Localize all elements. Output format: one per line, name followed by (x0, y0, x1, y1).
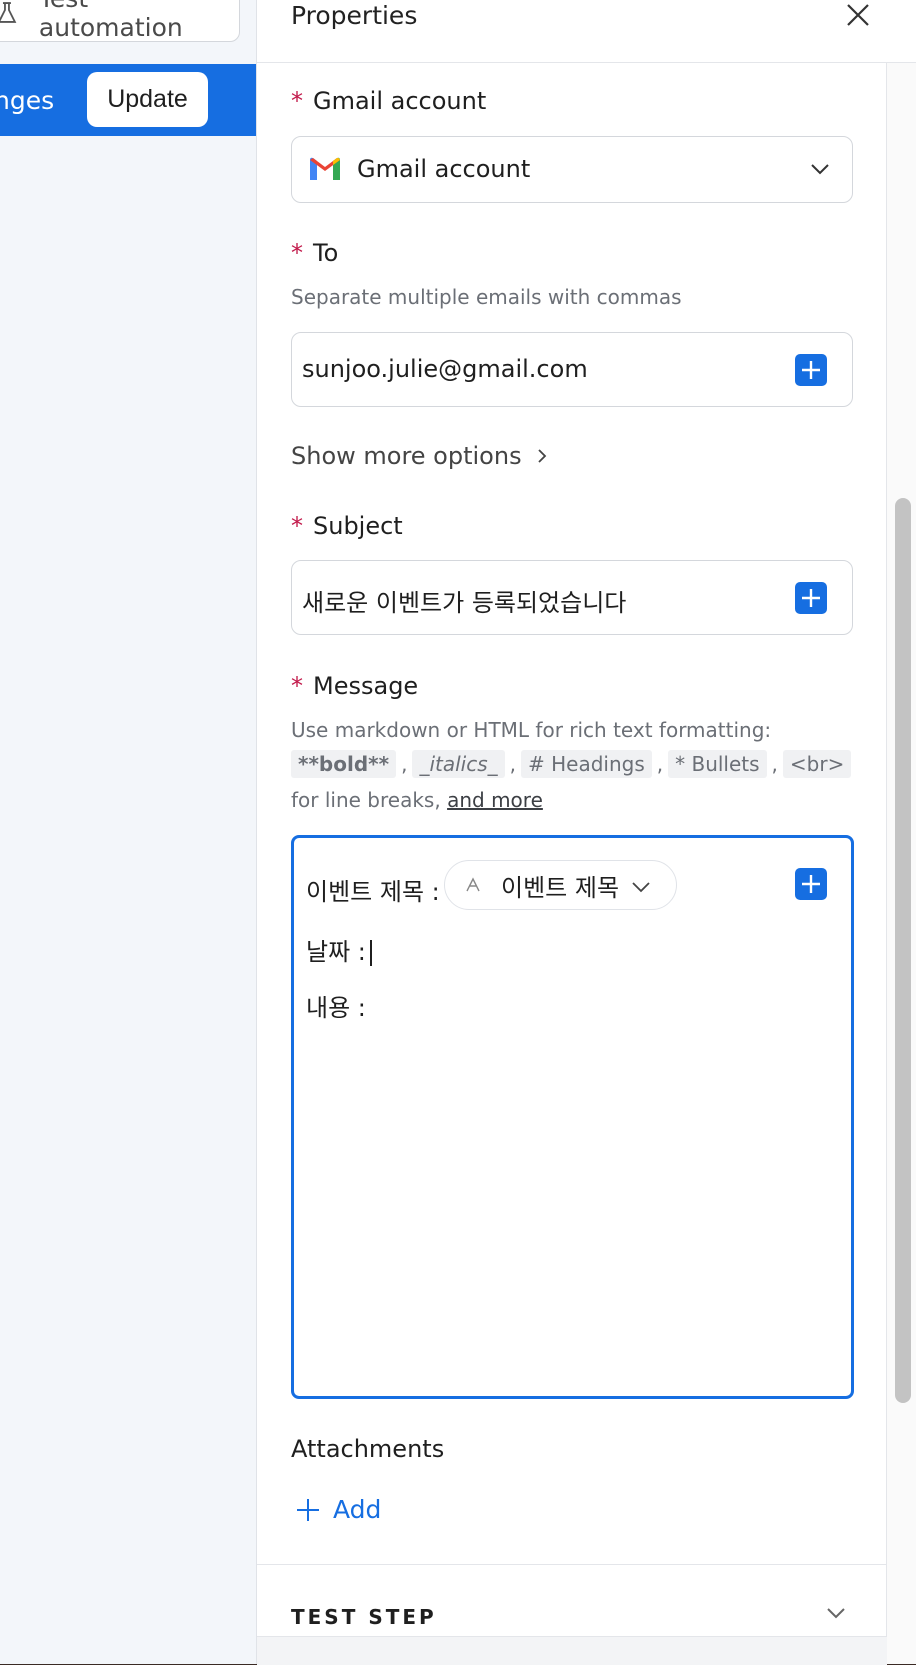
chevron-right-icon (537, 449, 546, 463)
gmail-account-label: * Gmail account (291, 87, 487, 115)
subject-input[interactable]: 새로운 이벤트가 등록되었습니다 (291, 560, 853, 635)
to-label: * To (291, 239, 339, 267)
panel-title: Properties (291, 1, 418, 30)
properties-content: * Gmail account Gmail account * To Separat… (257, 63, 887, 1665)
code-bold: **bold** (291, 750, 397, 778)
plus-icon (802, 589, 820, 607)
text-field-icon (466, 877, 480, 892)
variable-pill-label: 이벤트 제목 (501, 873, 620, 902)
flask-icon (0, 2, 17, 23)
add-attachment-button[interactable]: Add (295, 1495, 381, 1524)
insert-data-button[interactable] (795, 354, 827, 386)
to-hint: Separate multiple emails with commas (291, 285, 682, 309)
variable-pill[interactable]: 이벤트 제목 (444, 860, 677, 910)
message-editor[interactable]: 이벤트 제목 : 이벤트 제목 날짜 : 내용 : (291, 835, 854, 1399)
to-input[interactable]: sunjoo.julie@gmail.com (291, 332, 853, 407)
message-hint-suffix: for line breaks, and more (291, 788, 543, 812)
plus-icon (802, 361, 820, 379)
message-line-date: 날짜 : (306, 932, 372, 967)
panel-header: Properties (257, 0, 916, 63)
show-more-options-link[interactable]: Show more options (291, 442, 548, 470)
text-caret (369, 940, 372, 966)
update-button[interactable]: Update (87, 72, 208, 127)
close-icon[interactable] (843, 0, 873, 30)
plus-icon (802, 875, 820, 893)
message-label: * Message (291, 672, 419, 700)
required-marker: * (291, 87, 303, 115)
required-marker: * (291, 512, 303, 540)
and-more-link[interactable]: and more (447, 788, 543, 812)
subject-value: 새로운 이벤트가 등록되었습니다 (302, 589, 627, 617)
test-automation-button[interactable]: Test automation (0, 0, 240, 42)
insert-data-button[interactable] (795, 582, 827, 614)
test-automation-label: Test automation (38, 0, 183, 42)
gmail-icon (310, 157, 340, 180)
required-marker: * (291, 239, 303, 267)
changes-banner: nges Update (0, 64, 256, 136)
chevron-down-icon (811, 164, 829, 175)
canvas-area: Test automation nges Update (0, 0, 256, 1664)
test-step-label: TEST STEP (291, 1605, 437, 1629)
insert-data-button[interactable] (795, 868, 827, 900)
markdown-examples: **bold** , _italics_ , # Headings , * Bu… (291, 750, 852, 778)
gmail-account-value: Gmail account (357, 155, 531, 183)
code-italics: _italics_ (412, 750, 505, 778)
plus-icon (297, 1498, 319, 1521)
chevron-down-icon (632, 882, 650, 893)
chevron-down-icon (827, 1608, 845, 1619)
code-headings: # Headings (520, 750, 652, 778)
gmail-account-select[interactable]: Gmail account (291, 136, 853, 203)
message-line-title: 이벤트 제목 : (306, 878, 440, 906)
properties-panel: Properties *Gmail account Gmail account (256, 0, 916, 1665)
code-br: <br> (782, 750, 852, 778)
attachments-label: Attachments (291, 1435, 445, 1463)
message-line-content: 내용 : (306, 994, 366, 1022)
subject-label: * Subject (291, 512, 403, 540)
message-hint: Use markdown or HTML for rich text forma… (291, 718, 772, 742)
required-marker: * (291, 672, 303, 700)
scrollbar-thumb[interactable] (895, 498, 911, 1403)
code-bullets: * Bullets (668, 750, 767, 778)
panel-footer (257, 1636, 887, 1665)
banner-text: nges (0, 85, 55, 115)
test-step-section[interactable]: TEST STEP (257, 1564, 887, 1636)
to-value: sunjoo.julie@gmail.com (302, 355, 588, 383)
